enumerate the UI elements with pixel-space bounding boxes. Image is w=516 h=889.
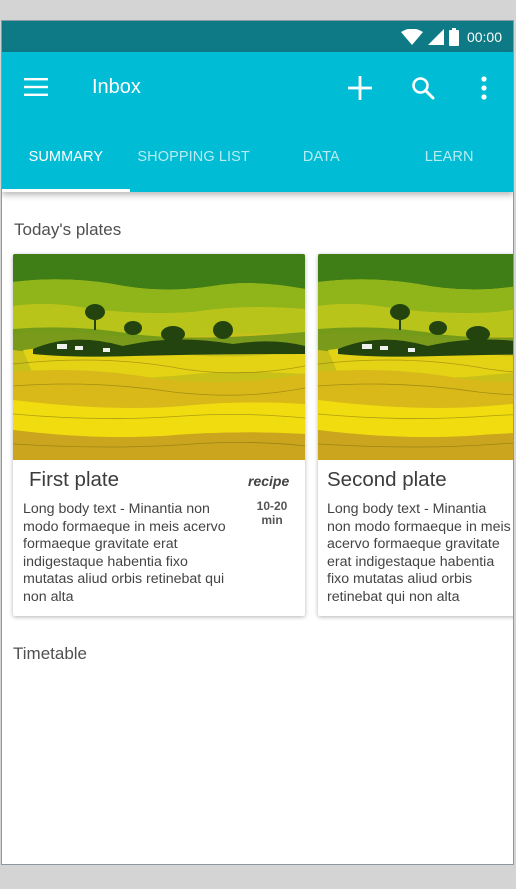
card-time-value: 10-20 (256, 499, 288, 513)
plate-image (13, 254, 305, 460)
section-title-timetable: Timetable (13, 644, 88, 663)
more-vert-icon (481, 76, 487, 100)
battery-icon (448, 27, 459, 46)
card-time-unit: min (261, 513, 283, 527)
add-button[interactable] (345, 73, 375, 103)
card-body-text: Long body text - Minantia non modo forma… (327, 501, 511, 605)
section-title-todays-plates: Today's plates (14, 220, 122, 239)
tab-summary[interactable]: SUMMARY (2, 122, 130, 192)
tab-shopping-list[interactable]: SHOPPING LIST (130, 122, 258, 192)
menu-icon (24, 78, 48, 96)
plate-card-first[interactable]: First plate recipe 10-20 min Long body t… (13, 254, 305, 616)
wifi-icon (400, 28, 423, 45)
app-bar: Inbox SUMMARY SHOPPING LIST DATA LEARN (2, 52, 513, 192)
toolbar: Inbox (2, 52, 513, 122)
tab-data[interactable]: DATA (258, 122, 386, 192)
search-icon (412, 77, 435, 100)
card-title: Second plate (327, 468, 447, 491)
card-body-text: Long body text - Minantia non modo forma… (23, 501, 226, 605)
status-bar: 00:00 (2, 21, 513, 52)
card-title: First plate (29, 468, 119, 491)
plate-card-second[interactable]: Second plate Long body text - Minantia n… (318, 254, 514, 616)
plate-image (318, 254, 514, 460)
phone-screen: 00:00 Inbox SUMMARY SHOPPING LIST DATA L… (1, 20, 514, 865)
tab-bar: SUMMARY SHOPPING LIST DATA LEARN (2, 122, 513, 192)
signal-icon (427, 28, 444, 45)
more-options-button[interactable] (470, 73, 498, 103)
card-time: 10-20 min (247, 499, 297, 527)
menu-button[interactable] (22, 74, 50, 100)
status-time: 00:00 (466, 28, 502, 45)
card-tag: recipe (248, 473, 290, 489)
add-icon (348, 76, 372, 100)
search-button[interactable] (408, 73, 438, 103)
tab-learn[interactable]: LEARN (385, 122, 513, 192)
app-title: Inbox (92, 76, 141, 98)
